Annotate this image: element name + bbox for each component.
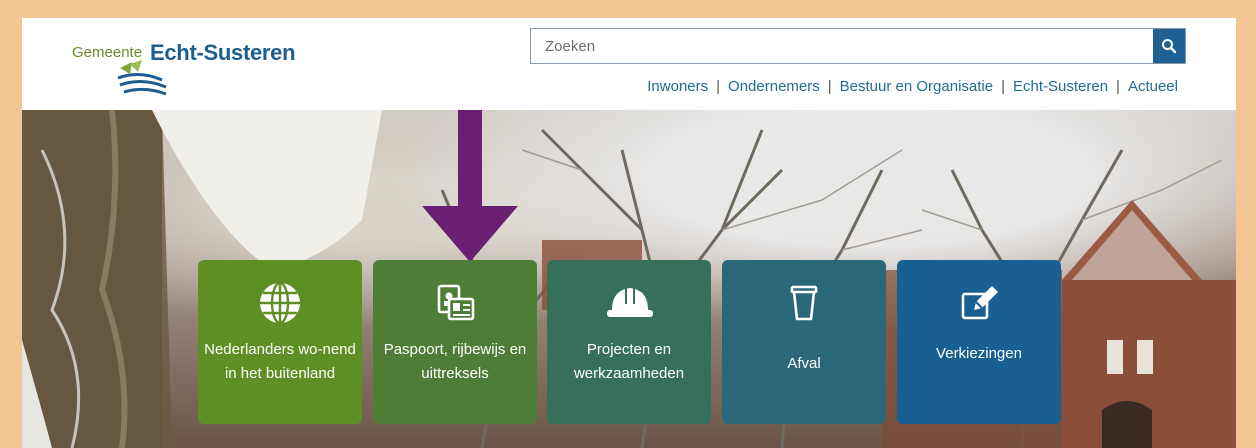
hard-hat-icon (599, 278, 659, 328)
nav-link-actueel[interactable]: Actueel (1128, 78, 1178, 95)
pencil-edit-icon (949, 278, 1009, 328)
nav-link-bestuur[interactable]: Bestuur en Organisatie (840, 78, 993, 95)
annotation-arrow-icon (422, 110, 518, 262)
nav-separator: | (1116, 78, 1120, 95)
site-header: Gemeente Echt-Susteren Inwoners | (22, 18, 1236, 110)
globe-icon (250, 278, 310, 328)
nav-link-echt-susteren[interactable]: Echt-Susteren (1013, 78, 1108, 95)
nav-link-ondernemers[interactable]: Ondernemers (728, 78, 820, 95)
tile-verkiezingen[interactable]: Verkiezingen (897, 260, 1061, 424)
main-navigation: Inwoners | Ondernemers | Bestuur en Orga… (647, 78, 1178, 95)
search-button[interactable] (1153, 29, 1185, 63)
logo-wave-icon (116, 60, 172, 98)
logo-small-text: Gemeente (72, 44, 142, 61)
page-frame: Gemeente Echt-Susteren Inwoners | (22, 18, 1236, 448)
tile-label: Verkiezingen (930, 342, 1028, 366)
site-logo[interactable]: Gemeente Echt-Susteren (72, 40, 312, 100)
tile-paspoort-rijbewijs[interactable]: Paspoort, rijbewijs en uittreksels (373, 260, 537, 424)
search-icon (1161, 38, 1177, 54)
tile-nederlanders-buitenland[interactable]: Nederlanders wo-nend in het buitenland (198, 260, 362, 424)
tile-label: Paspoort, rijbewijs en uittreksels (373, 338, 537, 386)
trash-bin-icon (774, 278, 834, 328)
search-bar (530, 28, 1186, 64)
nav-separator: | (1001, 78, 1005, 95)
nav-link-inwoners[interactable]: Inwoners (647, 78, 708, 95)
nav-separator: | (716, 78, 720, 95)
id-card-icon (425, 278, 485, 328)
tile-label: Nederlanders wo-nend in het buitenland (198, 338, 362, 386)
hero-banner: Nederlanders wo-nend in het buitenland P… (22, 110, 1236, 448)
search-input[interactable] (531, 29, 1155, 63)
nav-separator: | (828, 78, 832, 95)
tile-label: Afval (781, 352, 826, 376)
tile-projecten-werkzaamheden[interactable]: Projecten en werkzaamheden (547, 260, 711, 424)
tile-label: Projecten en werkzaamheden (547, 338, 711, 386)
tile-afval[interactable]: Afval (722, 260, 886, 424)
